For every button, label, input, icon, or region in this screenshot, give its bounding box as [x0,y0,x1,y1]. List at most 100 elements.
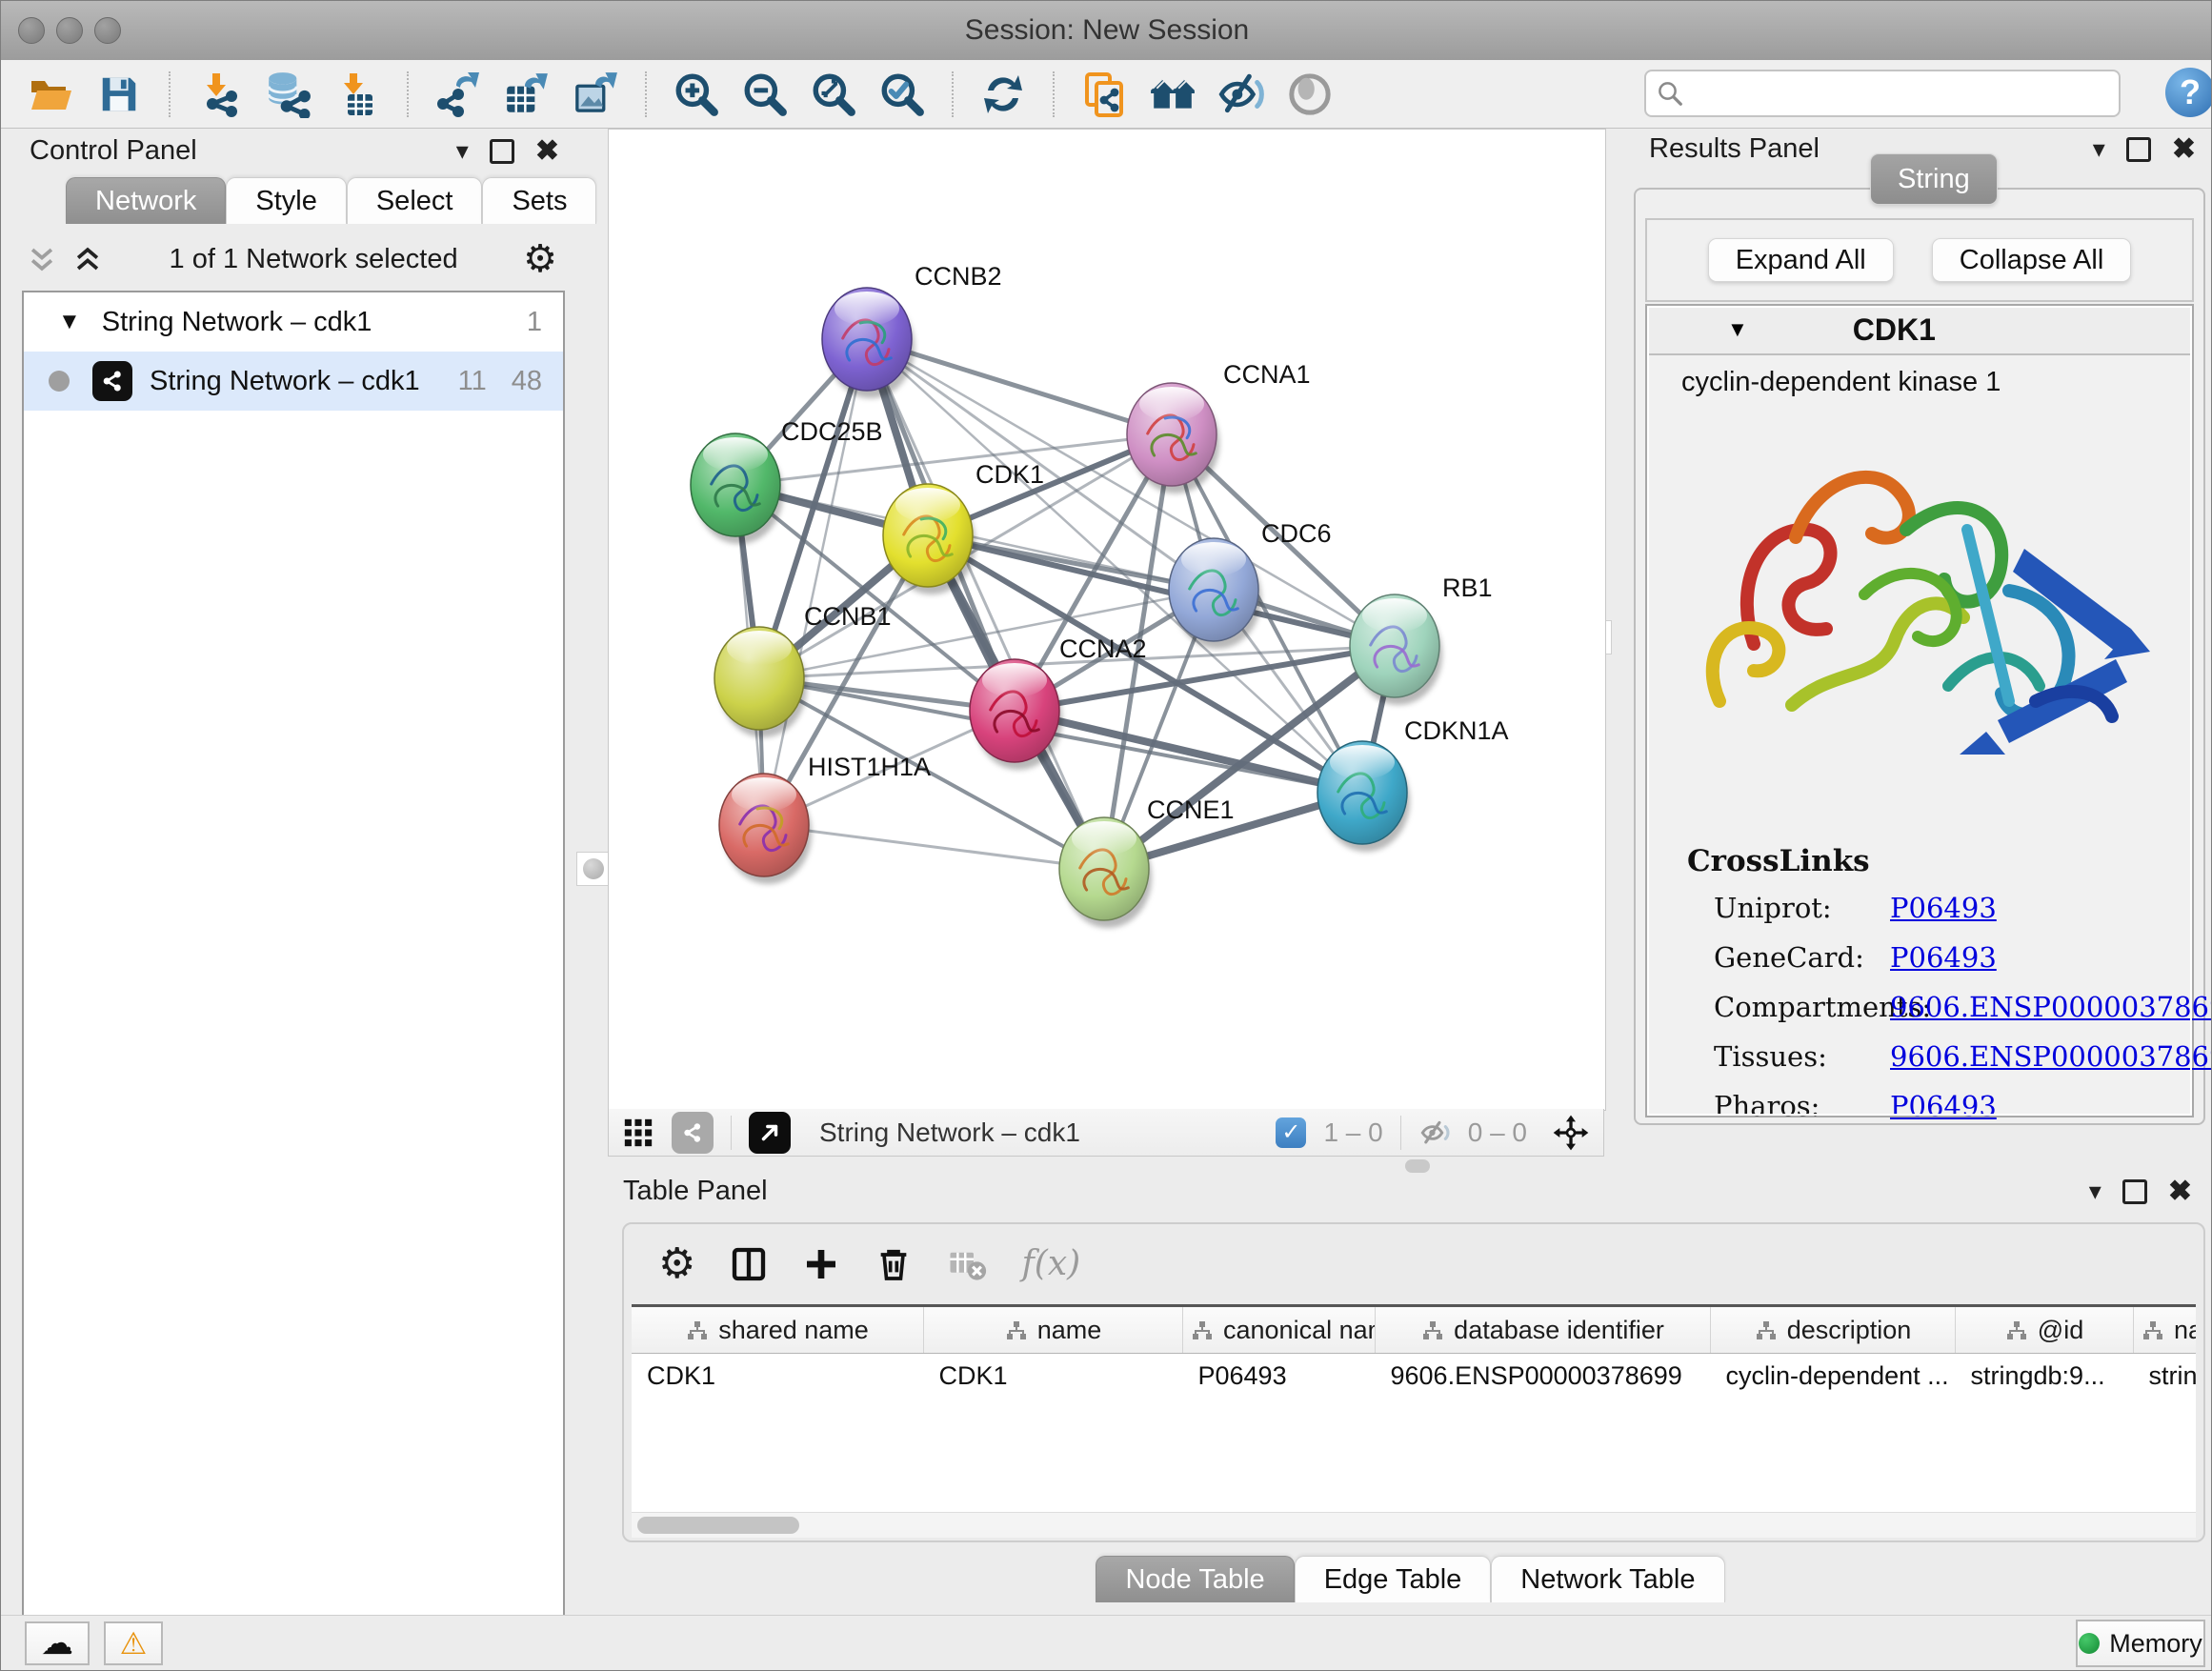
left-splitter-handle[interactable] [576,852,611,886]
zoom-out-icon[interactable] [740,70,790,119]
results-panel-float-icon[interactable] [2126,137,2151,162]
crosslink-value-link[interactable]: P06493 [1890,941,1997,974]
node-RB1[interactable]: RB1 [1350,574,1493,705]
table-cell[interactable]: 9606.ENSP00000378699 [1376,1354,1711,1399]
column-header-name[interactable]: name [924,1306,1183,1354]
crosslink-value-link[interactable]: 9606.ENSP00000378699 [1890,991,2212,1023]
show-columns-icon[interactable] [730,1245,768,1283]
crosslink-value-link[interactable]: P06493 [1890,892,1997,924]
table-cell[interactable]: stringdb:9... [1956,1354,2134,1399]
table-cell[interactable]: cyclin-dependent ... [1711,1354,1956,1399]
node-CCNE1[interactable]: CCNE1 [1059,795,1235,928]
crosslink-value-link[interactable]: P06493 [1890,1090,1997,1122]
tab-network-table[interactable]: Network Table [1491,1556,1724,1602]
control-panel-tabs: NetworkStyleSelectSets [66,177,573,224]
collapse-all-button[interactable]: Collapse All [1932,238,2132,282]
zoom-fit-icon[interactable] [809,70,858,119]
node-CCNB2[interactable]: CCNB2 [822,262,1002,398]
export-table-icon[interactable] [502,70,552,119]
refresh-icon[interactable] [978,70,1028,119]
zoom-in-icon[interactable] [672,70,721,119]
tab-style[interactable]: Style [226,177,346,224]
column-type-icon [2005,1319,2028,1342]
node-table[interactable]: shared namenamecanonical namedatabase id… [632,1304,2196,1398]
help-button[interactable]: ? [2165,68,2212,117]
gear-icon[interactable]: ⚙ [523,237,557,281]
table-settings-gear-icon[interactable]: ⚙ [658,1239,695,1288]
tab-node-table[interactable]: Node Table [1096,1556,1294,1602]
open-session-icon[interactable] [26,70,75,119]
tab-string[interactable]: String [1870,153,1998,205]
import-table-icon[interactable] [332,70,382,119]
node-CDC6[interactable]: CDC6 [1169,519,1332,649]
node-HIST1H1A[interactable]: HIST1H1A [719,753,931,884]
hide-unhide-icon[interactable] [1217,70,1266,119]
column-header-database-identifier[interactable]: database identifier [1376,1306,1711,1354]
memory-button[interactable]: Memory [2076,1620,2205,1667]
expand-all-button[interactable]: Expand All [1708,238,1894,282]
pan-crosshair-icon[interactable] [1552,1114,1590,1152]
string-view-icon[interactable] [672,1112,714,1154]
node-CDKN1A[interactable]: CDKN1A [1317,716,1509,852]
tab-edge-table[interactable]: Edge Table [1295,1556,1492,1602]
column-header-id[interactable]: @id [1956,1306,2134,1354]
add-column-icon[interactable] [802,1245,840,1283]
edge-HIST1H1A-CCNE1[interactable] [764,825,1104,869]
collection-expander-icon[interactable]: ▼ [58,309,81,335]
delete-column-icon[interactable] [875,1245,913,1283]
result-section-header[interactable]: ▼ CDK1 [1647,306,2192,355]
import-network-database-icon[interactable] [264,70,313,119]
save-session-icon[interactable] [94,70,144,119]
table-hscrollbar[interactable] [632,1512,2196,1538]
table-cell[interactable]: CDK1 [924,1354,1183,1399]
table-cell[interactable]: CDK1 [632,1354,924,1399]
network-canvas[interactable]: CCNB2CCNA1CDC25BCDK1CDC6RB1CCNB1CCNA2CDK… [608,129,1606,1111]
edge-CCNB2-CCNE1[interactable] [867,339,1104,869]
table-cell[interactable]: P06493 [1183,1354,1376,1399]
tab-select[interactable]: Select [347,177,483,224]
search-input[interactable] [1684,78,2088,110]
tab-sets[interactable]: Sets [482,177,596,224]
zoom-selected-icon[interactable] [877,70,927,119]
table-panel-close-icon[interactable]: ✖ [2168,1175,2192,1208]
column-header-shared-name[interactable]: shared name [632,1306,924,1354]
column-header-namespace[interactable]: namespace [2134,1306,2197,1354]
collapse-all-icon[interactable] [26,243,58,275]
control-panel-menu-icon[interactable]: ▾ [456,136,469,166]
results-panel-menu-icon[interactable]: ▾ [2093,134,2105,164]
node-CCNB1[interactable]: CCNB1 [714,602,892,737]
function-builder-icon[interactable]: f(x) [1021,1244,1080,1283]
expand-all-icon[interactable] [71,243,104,275]
import-network-file-icon[interactable] [195,70,245,119]
network-collection-row[interactable]: ▼ String Network – cdk1 1 [24,292,563,352]
crosslink-value-link[interactable]: 9606.ENSP00000378699 [1890,1040,2212,1073]
section-expander-icon[interactable]: ▼ [1727,317,1748,342]
table-hscrollbar-thumb[interactable] [637,1517,799,1534]
copy-network-icon[interactable] [1079,70,1129,119]
results-panel-close-icon[interactable]: ✖ [2172,132,2196,166]
selected-nodes-icon[interactable]: ✓ [1276,1117,1306,1148]
control-panel-close-icon[interactable]: ✖ [535,134,559,168]
search-icon [1656,79,1684,108]
table-cell[interactable]: stringdb [2134,1354,2197,1399]
export-network-icon[interactable] [433,70,483,119]
string-home-icon[interactable] [1148,70,1197,119]
tab-network[interactable]: Network [66,177,226,224]
column-header-description[interactable]: description [1711,1306,1956,1354]
detach-view-icon[interactable] [749,1112,791,1154]
warnings-button[interactable]: ⚠ [104,1621,163,1665]
network-row[interactable]: String Network – cdk1 11 48 [24,352,563,411]
control-panel-float-icon[interactable] [490,139,514,164]
grid-view-icon[interactable] [622,1117,654,1149]
cloud-button[interactable]: ☁ [25,1621,90,1665]
table-panel-menu-icon[interactable]: ▾ [2089,1177,2101,1206]
delete-table-icon[interactable] [947,1244,987,1284]
node-CCNA1[interactable]: CCNA1 [1127,360,1311,493]
sphere-icon[interactable] [1285,70,1335,119]
node-CCNA2[interactable]: CCNA2 [970,634,1147,770]
table-panel-float-icon[interactable] [2122,1179,2147,1204]
results-panel: Results Panel ▾ ✖ String Expand All Coll… [1626,129,2212,1158]
table-row[interactable]: CDK1CDK1P064939606.ENSP00000378699cyclin… [632,1354,2196,1399]
column-header-canonical-name[interactable]: canonical name [1183,1306,1376,1354]
export-image-icon[interactable] [571,70,620,119]
